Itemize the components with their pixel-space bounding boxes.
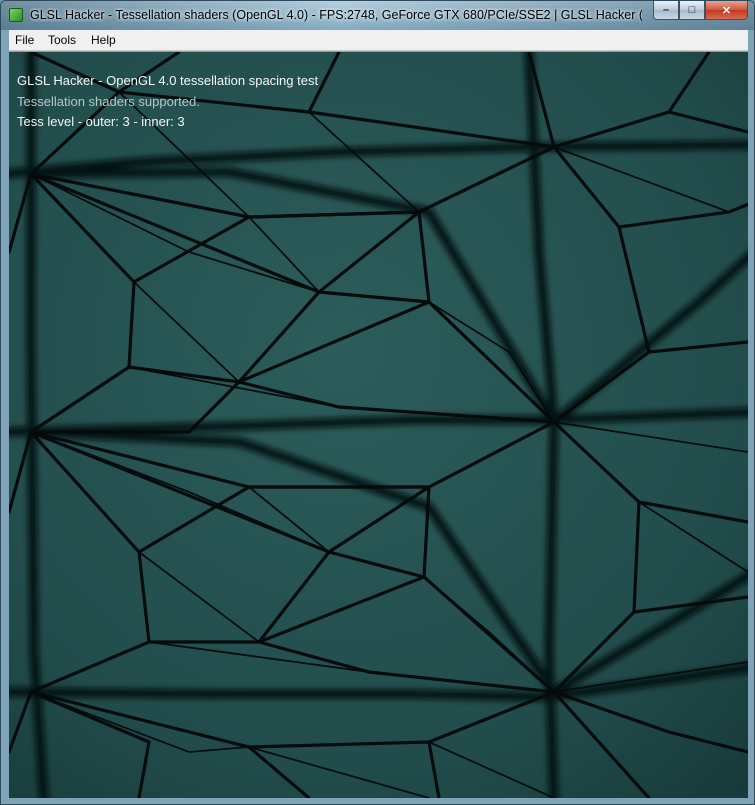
- demo-title-text: GLSL Hacker - OpenGL 4.0 tessellation sp…: [17, 73, 319, 88]
- menu-tools[interactable]: Tools: [48, 33, 76, 47]
- minimize-button[interactable]: –: [653, 1, 679, 20]
- render-viewport[interactable]: GLSL Hacker - OpenGL 4.0 tessellation sp…: [9, 52, 748, 798]
- window-title: GLSL Hacker - Tessellation shaders (Open…: [30, 8, 642, 22]
- menu-file[interactable]: File: [15, 33, 34, 47]
- title-bar[interactable]: GLSL Hacker - Tessellation shaders (Open…: [1, 1, 754, 30]
- maximize-button[interactable]: □: [679, 1, 705, 20]
- menu-bar: File Tools Help: [9, 30, 748, 51]
- tessellated-mesh: [9, 52, 748, 798]
- app-window: GLSL Hacker - Tessellation shaders (Open…: [0, 0, 755, 805]
- menu-help[interactable]: Help: [91, 33, 116, 47]
- caption-buttons: – □ ✕: [653, 1, 748, 21]
- app-icon: [9, 8, 23, 22]
- tess-level-text: Tess level - outer: 3 - inner: 3: [17, 114, 185, 129]
- support-status-text: Tessellation shaders supported.: [17, 94, 200, 109]
- close-button[interactable]: ✕: [705, 1, 748, 20]
